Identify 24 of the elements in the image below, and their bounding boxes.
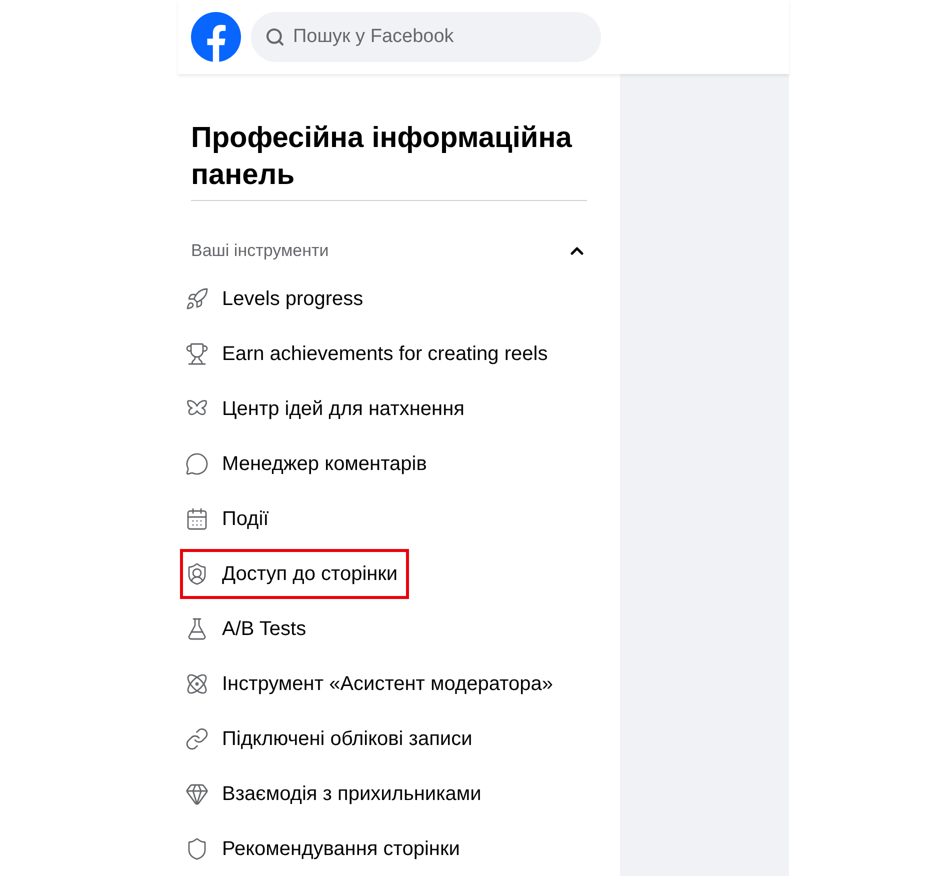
search-input[interactable]: Пошук у Facebook: [293, 22, 601, 52]
tool-item[interactable]: Менеджер коментарів: [180, 438, 438, 488]
tool-item[interactable]: Взаємодія з прихильниками: [180, 768, 492, 818]
search-field[interactable]: Пошук у Facebook: [251, 12, 601, 62]
tool-item[interactable]: Доступ до сторінки: [180, 548, 409, 598]
tool-item[interactable]: Рекомендування сторінки: [180, 824, 471, 874]
atom-icon: [185, 672, 209, 696]
tool-item[interactable]: A/B Tests: [180, 604, 318, 654]
tool-item[interactable]: Інструмент «Асистент модератора»: [180, 658, 564, 708]
panel-title: Професійна інформаційна панель: [191, 121, 573, 193]
rocket-icon: [185, 286, 209, 310]
calendar-icon: [185, 506, 209, 530]
tool-item[interactable]: Підключені облікові записи: [180, 714, 484, 764]
link-icon: [185, 726, 209, 750]
speech-bubble-icon: [185, 452, 209, 476]
tool-item[interactable]: Levels progress: [180, 274, 374, 324]
section-title: Ваші інструменти: [191, 240, 329, 262]
diamond-icon: [185, 782, 209, 806]
trophy-icon: [185, 342, 209, 366]
tool-item[interactable]: Події: [180, 494, 280, 544]
search-icon: [265, 27, 285, 47]
logo-icon[interactable]: [191, 12, 241, 62]
tool-item[interactable]: Центр ідей для натхнення: [180, 384, 476, 434]
tool-item[interactable]: Earn achievements for creating reels: [180, 328, 559, 378]
